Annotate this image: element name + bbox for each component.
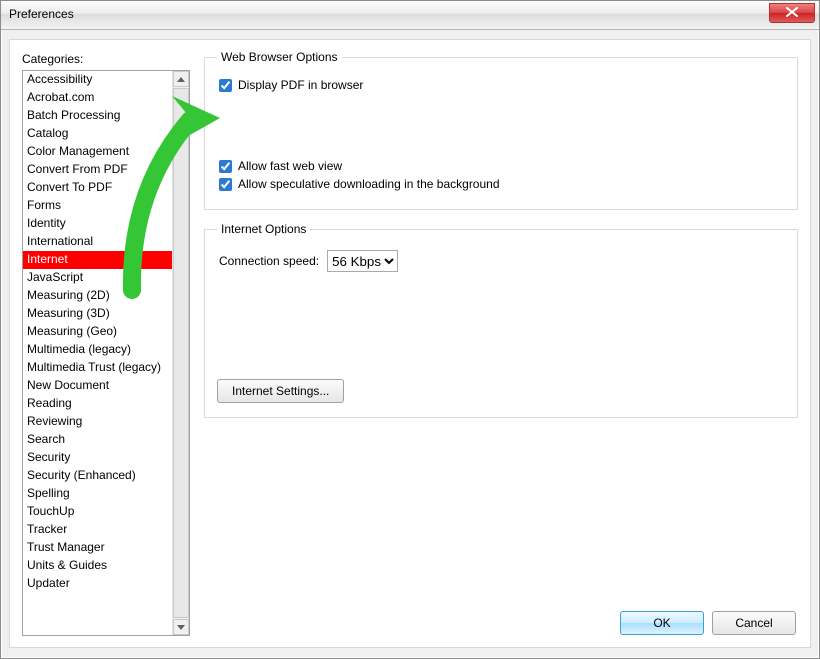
category-item[interactable]: Convert From PDF <box>23 161 173 179</box>
display-pdf-label: Display PDF in browser <box>238 78 363 92</box>
fast-web-view-checkbox[interactable] <box>219 160 232 173</box>
category-item[interactable]: Measuring (2D) <box>23 287 173 305</box>
category-item[interactable]: Accessibility <box>23 71 173 89</box>
category-item[interactable]: Internet <box>23 251 173 269</box>
categories-label: Categories: <box>22 52 83 66</box>
category-item[interactable]: Trust Manager <box>23 539 173 557</box>
categories-listbox[interactable]: AccessibilityAcrobat.comBatch Processing… <box>22 70 190 636</box>
category-item[interactable]: Security <box>23 449 173 467</box>
connection-speed-select[interactable]: 56 Kbps <box>327 250 398 272</box>
scroll-thumb[interactable] <box>173 88 189 618</box>
category-item[interactable]: Forms <box>23 197 173 215</box>
category-item[interactable]: Units & Guides <box>23 557 173 575</box>
fast-web-view-label: Allow fast web view <box>238 159 342 173</box>
category-item[interactable]: Multimedia Trust (legacy) <box>23 359 173 377</box>
close-icon <box>786 7 798 17</box>
category-item[interactable]: Security (Enhanced) <box>23 467 173 485</box>
close-button[interactable] <box>769 3 815 23</box>
group-legend: Web Browser Options <box>217 50 342 64</box>
category-item[interactable]: International <box>23 233 173 251</box>
cancel-button[interactable]: Cancel <box>712 611 796 635</box>
preferences-dialog: Preferences Categories: AccessibilityAcr… <box>0 0 820 659</box>
group-legend: Internet Options <box>217 222 310 236</box>
ok-button[interactable]: OK <box>620 611 704 635</box>
category-item[interactable]: Acrobat.com <box>23 89 173 107</box>
titlebar: Preferences <box>1 1 819 30</box>
category-item[interactable]: Updater <box>23 575 173 593</box>
web-browser-options-group: Web Browser Options Display PDF in brows… <box>204 50 798 210</box>
category-item[interactable]: Measuring (Geo) <box>23 323 173 341</box>
category-item[interactable]: Measuring (3D) <box>23 305 173 323</box>
chevron-up-icon <box>177 77 185 82</box>
chevron-down-icon <box>177 625 185 630</box>
category-item[interactable]: Tracker <box>23 521 173 539</box>
internet-settings-button[interactable]: Internet Settings... <box>217 379 344 403</box>
category-item[interactable]: Identity <box>23 215 173 233</box>
speculative-download-checkbox[interactable] <box>219 178 232 191</box>
scroll-down-button[interactable] <box>173 619 189 635</box>
scrollbar[interactable] <box>172 71 189 635</box>
category-item[interactable]: Reading <box>23 395 173 413</box>
window-title: Preferences <box>9 7 74 21</box>
category-item[interactable]: Convert To PDF <box>23 179 173 197</box>
category-item[interactable]: Batch Processing <box>23 107 173 125</box>
dialog-buttons: OK Cancel <box>620 611 796 635</box>
settings-panel: Web Browser Options Display PDF in brows… <box>204 50 798 430</box>
category-item[interactable]: New Document <box>23 377 173 395</box>
category-item[interactable]: Multimedia (legacy) <box>23 341 173 359</box>
category-item[interactable]: Search <box>23 431 173 449</box>
category-item[interactable]: Spelling <box>23 485 173 503</box>
category-item[interactable]: Color Management <box>23 143 173 161</box>
scroll-up-button[interactable] <box>173 71 189 87</box>
dialog-content: Categories: AccessibilityAcrobat.comBatc… <box>9 39 811 648</box>
display-pdf-checkbox[interactable] <box>219 79 232 92</box>
category-item[interactable]: TouchUp <box>23 503 173 521</box>
connection-speed-label: Connection speed: <box>219 254 319 268</box>
internet-options-group: Internet Options Connection speed: 56 Kb… <box>204 222 798 418</box>
category-item[interactable]: Reviewing <box>23 413 173 431</box>
speculative-download-label: Allow speculative downloading in the bac… <box>238 177 500 191</box>
category-item[interactable]: JavaScript <box>23 269 173 287</box>
category-item[interactable]: Catalog <box>23 125 173 143</box>
